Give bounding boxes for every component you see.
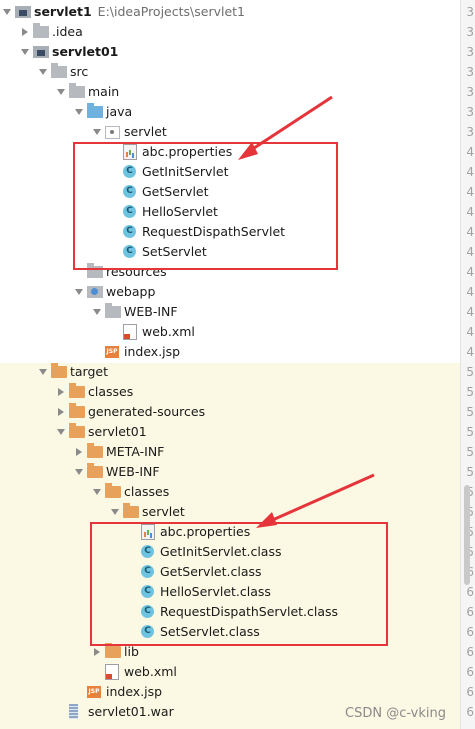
annotation-arrows: [238, 95, 375, 528]
arrow-to-compiled-properties: [256, 473, 375, 528]
csdn-watermark: CSDN @c-vking: [345, 706, 447, 721]
arrow-to-source-properties: [238, 95, 333, 160]
